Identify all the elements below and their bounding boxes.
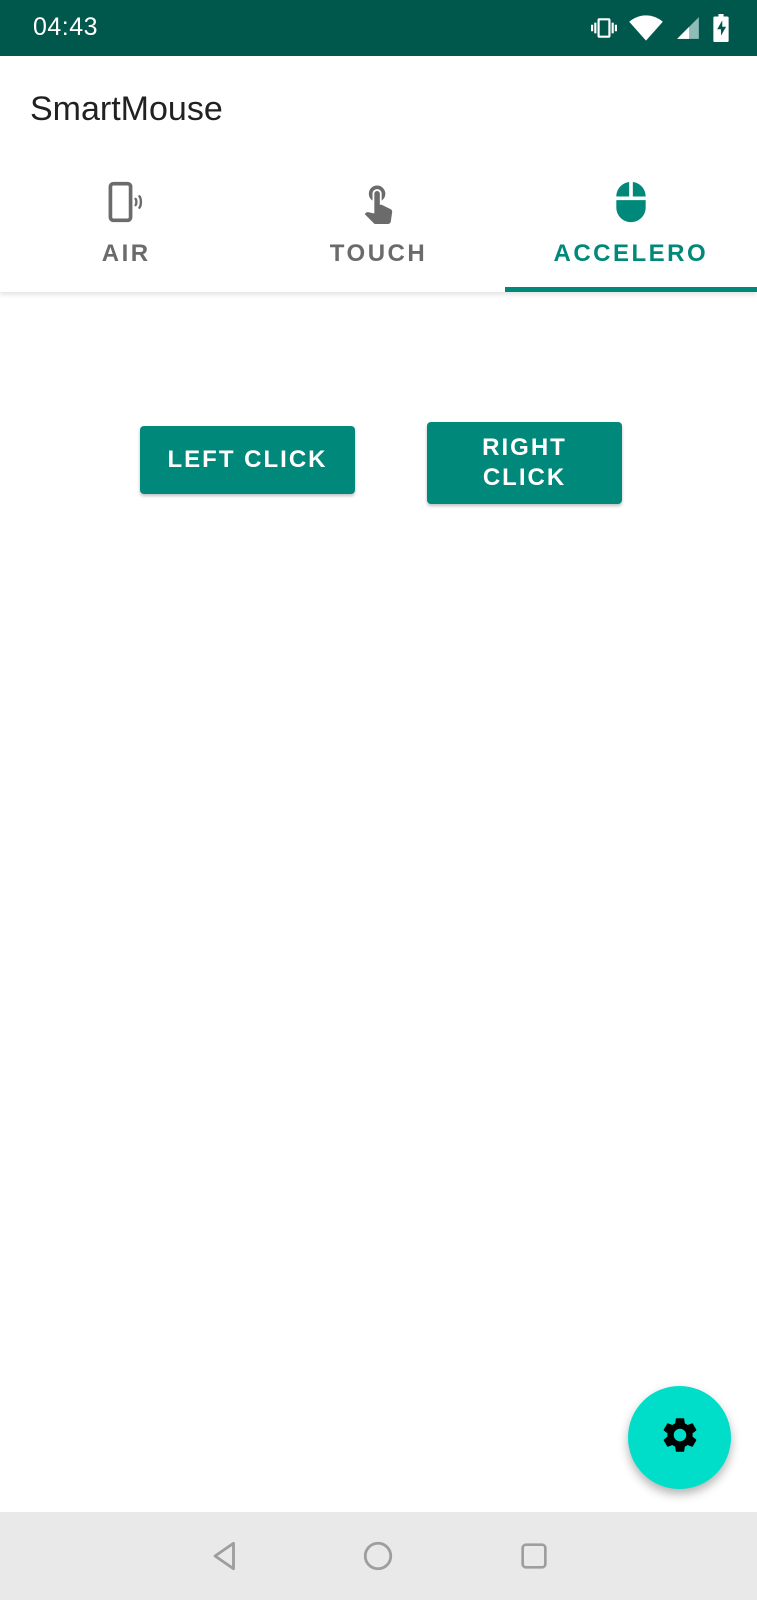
app-title: SmartMouse bbox=[30, 90, 223, 128]
status-bar: 04:43 bbox=[0, 0, 757, 56]
tab-label-air: AIR bbox=[101, 240, 151, 267]
home-icon[interactable] bbox=[356, 1534, 400, 1578]
right-click-button[interactable]: RIGHT CLICK bbox=[427, 422, 622, 504]
touch-app-icon bbox=[354, 178, 402, 226]
status-icons bbox=[591, 12, 729, 44]
app-bar: SmartMouse bbox=[0, 56, 757, 150]
signal-icon bbox=[675, 14, 701, 42]
back-icon[interactable] bbox=[203, 1534, 247, 1578]
screen: 04:43 SmartMouse AIR TOUCH ACCELERO LEFT… bbox=[0, 0, 757, 1600]
wifi-icon bbox=[629, 14, 663, 42]
left-click-button[interactable]: LEFT CLICK bbox=[140, 426, 355, 494]
tab-touch[interactable]: TOUCH bbox=[252, 150, 504, 292]
battery-charging-icon bbox=[713, 14, 729, 42]
status-time: 04:43 bbox=[33, 13, 99, 41]
vibrate-icon bbox=[591, 15, 617, 41]
tab-indicator bbox=[504, 287, 757, 292]
gear-icon bbox=[659, 1414, 701, 1461]
phone-vibrate-icon bbox=[102, 178, 150, 226]
settings-fab[interactable] bbox=[628, 1386, 731, 1489]
tab-label-accelero: ACCELERO bbox=[553, 240, 709, 267]
tab-bar: AIR TOUCH ACCELERO bbox=[0, 150, 757, 292]
tab-accelero[interactable]: ACCELERO bbox=[504, 150, 757, 292]
tab-label-touch: TOUCH bbox=[329, 240, 428, 267]
navigation-bar bbox=[0, 1512, 757, 1600]
recents-icon[interactable] bbox=[512, 1534, 556, 1578]
tab-air[interactable]: AIR bbox=[0, 150, 252, 292]
mouse-icon bbox=[607, 178, 655, 226]
